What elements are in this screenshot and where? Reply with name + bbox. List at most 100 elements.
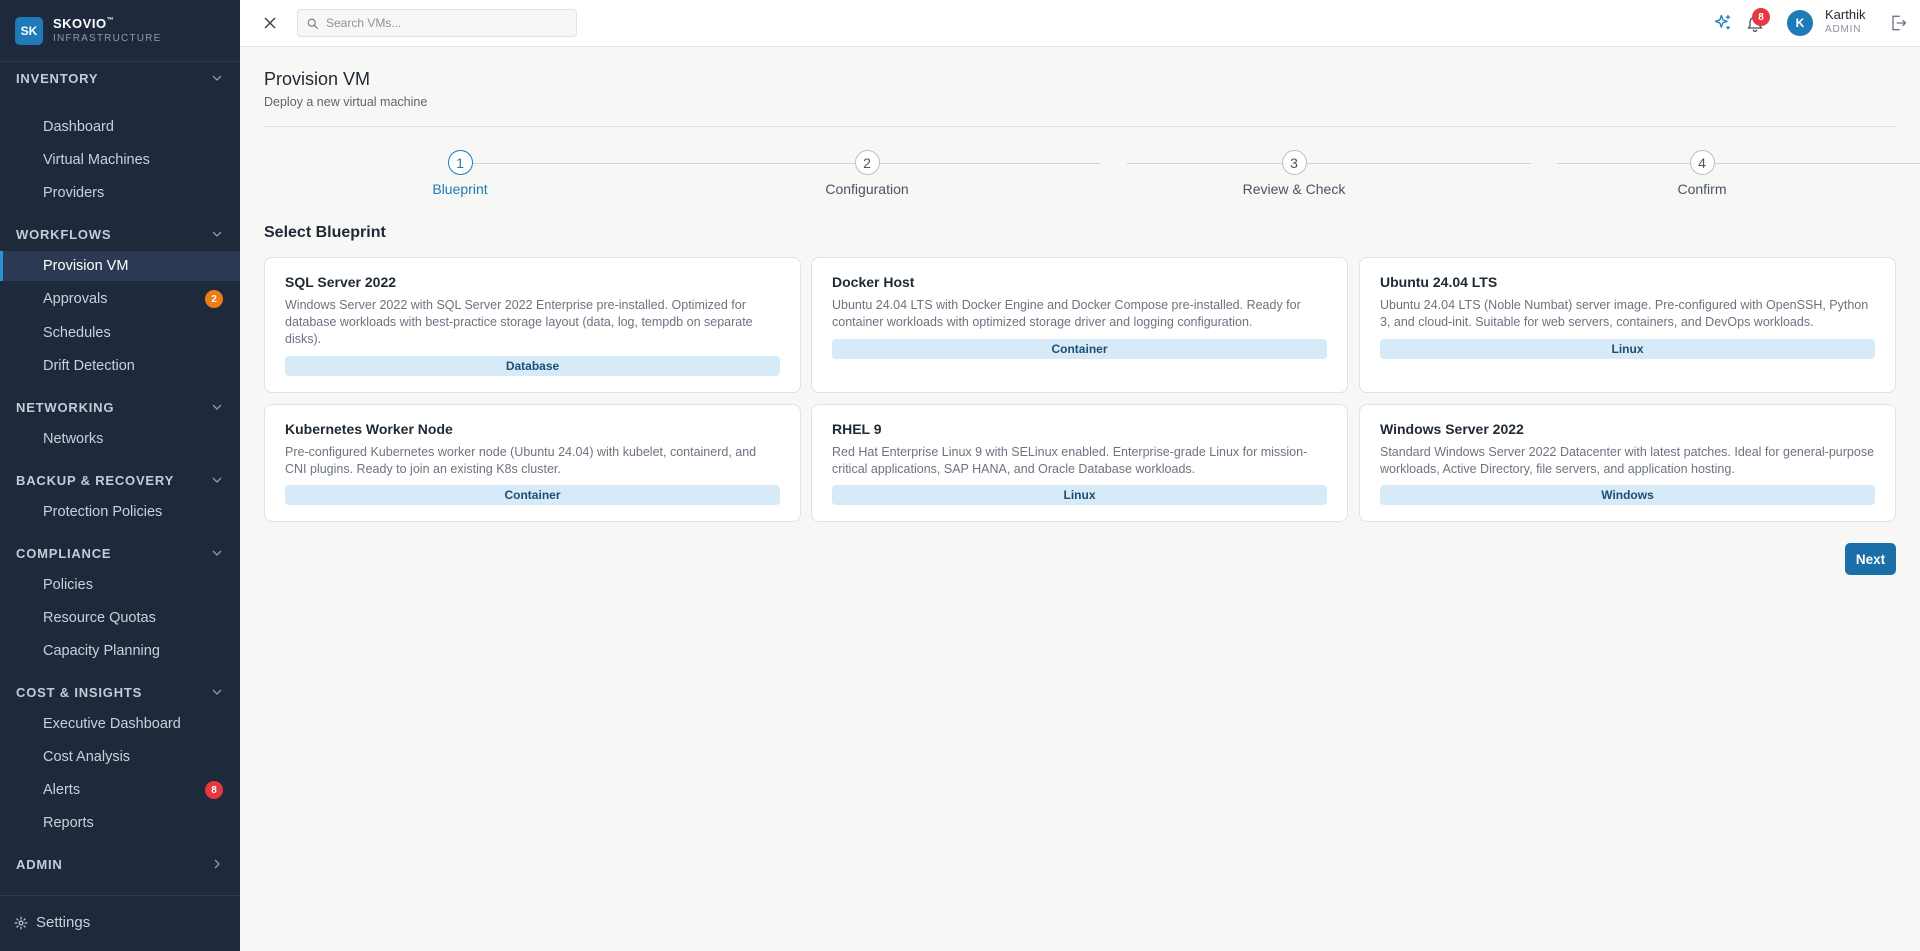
sidebar-item-label: Drift Detection	[43, 358, 135, 374]
stepper: 1 Blueprint 2 Configuration 3 Review & C…	[264, 150, 1920, 210]
sidebar-item-cost-analysis[interactable]: Cost Analysis	[0, 742, 240, 772]
blueprint-card[interactable]: Ubuntu 24.04 LTS Ubuntu 24.04 LTS (Noble…	[1359, 257, 1896, 393]
search-input[interactable]	[326, 16, 566, 30]
brand-trademark: ™	[106, 16, 115, 24]
section-title: NETWORKING	[16, 399, 115, 415]
search-box[interactable]	[297, 9, 577, 37]
brand-logo: SK	[15, 16, 43, 45]
step-label: Confirm	[1677, 181, 1727, 197]
sidebar-item-label: Executive Dashboard	[43, 716, 181, 732]
sidebar-item-dashboard[interactable]: Dashboard	[0, 112, 240, 142]
blueprint-description: Windows Server 2022 with SQL Server 2022…	[285, 298, 753, 346]
sidebar-item-reports[interactable]: Reports	[0, 808, 240, 838]
brand[interactable]: SK SKOVIO™ INFRASTRUCTURE	[0, 0, 240, 62]
sidebar-item-resource-quotas[interactable]: Resource Quotas	[0, 603, 240, 633]
logout-icon[interactable]	[1888, 13, 1908, 33]
section-title: Select Blueprint	[264, 224, 386, 241]
avatar[interactable]: K	[1787, 10, 1813, 36]
gear-icon	[14, 916, 28, 929]
sidebar-item-networks[interactable]: Networks	[0, 424, 240, 454]
sidebar-item-label: Provision VM	[43, 258, 129, 274]
blueprint-description: Standard Windows Server 2022 Datacenter …	[1380, 445, 1875, 476]
blueprint-name: RHEL 9	[832, 421, 882, 437]
sidebar-item-label: Resource Quotas	[43, 610, 156, 626]
user-info[interactable]: Karthik ADMIN	[1825, 7, 1866, 36]
blueprint-description: Ubuntu 24.04 LTS with Docker Engine and …	[832, 298, 1301, 329]
approvals-count-badge: 2	[205, 290, 223, 308]
section-inventory[interactable]: INVENTORY	[0, 64, 240, 92]
step-confirm[interactable]: 4 Confirm	[1622, 150, 1782, 197]
sidebar-item-alerts[interactable]: Alerts 8	[0, 775, 240, 805]
section-networking[interactable]: NETWORKING	[0, 393, 240, 421]
blueprint-tag: Linux	[832, 485, 1327, 505]
step-label: Configuration	[825, 181, 909, 197]
section-cost-insights[interactable]: COST & INSIGHTS	[0, 678, 240, 706]
step-review-check[interactable]: 3 Review & Check	[1214, 150, 1374, 197]
sidebar-item-label: Approvals	[43, 291, 108, 307]
close-button[interactable]	[260, 13, 280, 33]
notification-badge: 8	[1752, 8, 1770, 26]
header-divider	[264, 126, 1896, 127]
section-compliance[interactable]: COMPLIANCE	[0, 539, 240, 567]
user-name: Karthik	[1825, 7, 1866, 22]
sidebar-item-label: Schedules	[43, 325, 111, 341]
sidebar-item-label: Capacity Planning	[43, 643, 160, 659]
step-blueprint[interactable]: 1 Blueprint	[380, 150, 540, 197]
step-label: Review & Check	[1242, 181, 1346, 197]
blueprint-description: Red Hat Enterprise Linux 9 with SELinux …	[832, 445, 1308, 476]
step-number: 2	[854, 150, 880, 175]
sidebar-item-protection-policies[interactable]: Protection Policies	[0, 497, 240, 527]
blueprint-description: Ubuntu 24.04 LTS (Noble Numbat) server i…	[1380, 298, 1869, 329]
blueprint-card[interactable]: Docker Host Ubuntu 24.04 LTS with Docker…	[811, 257, 1348, 393]
sidebar-item-executive-dashboard[interactable]: Executive Dashboard	[0, 709, 240, 739]
step-connector	[460, 163, 1100, 164]
section-backup-recovery[interactable]: BACKUP & RECOVERY	[0, 466, 240, 494]
top-bar: 8 K Karthik ADMIN	[240, 0, 1920, 47]
section-title: COST & INSIGHTS	[16, 684, 143, 700]
step-number: 1	[447, 150, 473, 175]
blueprint-name: SQL Server 2022	[285, 274, 397, 290]
blueprint-name: Docker Host	[832, 274, 915, 290]
blueprint-card[interactable]: SQL Server 2022 Windows Server 2022 with…	[264, 257, 801, 393]
sidebar-item-label: Protection Policies	[43, 504, 163, 520]
blueprint-card[interactable]: Windows Server 2022 Standard Windows Ser…	[1359, 404, 1896, 522]
sidebar-item-drift-detection[interactable]: Drift Detection	[0, 351, 240, 381]
blueprint-tag: Container	[832, 339, 1327, 359]
sidebar-item-virtual-machines[interactable]: Virtual Machines	[0, 145, 240, 175]
blueprint-description: Pre-configured Kubernetes worker node (U…	[285, 445, 757, 476]
section-workflows[interactable]: WORKFLOWS	[0, 220, 240, 248]
sidebar-item-label: Dashboard	[43, 119, 114, 135]
blueprint-card[interactable]: RHEL 9 Red Hat Enterprise Linux 9 with S…	[811, 404, 1348, 522]
page-title: Provision VM	[264, 69, 371, 89]
user-role: ADMIN	[1825, 24, 1862, 36]
sidebar-item-providers[interactable]: Providers	[0, 178, 240, 208]
settings-label: Settings	[36, 914, 91, 931]
chevron-down-icon	[210, 400, 224, 414]
section-admin[interactable]: ADMIN	[0, 850, 240, 878]
blueprint-name: Kubernetes Worker Node	[285, 421, 453, 437]
sidebar-item-label: Networks	[43, 431, 104, 447]
blueprint-tag: Database	[285, 356, 780, 376]
sidebar-item-capacity-planning[interactable]: Capacity Planning	[0, 636, 240, 666]
sidebar-divider	[0, 895, 240, 896]
sparkle-icon[interactable]	[1713, 13, 1733, 33]
next-button[interactable]: Next	[1845, 543, 1896, 575]
brand-name: SKOVIO™	[53, 16, 161, 31]
sidebar-item-label: Policies	[43, 577, 93, 593]
blueprint-tag: Container	[285, 485, 780, 505]
sidebar-item-policies[interactable]: Policies	[0, 570, 240, 600]
blueprint-card[interactable]: Kubernetes Worker Node Pre-configured Ku…	[264, 404, 801, 522]
blueprint-tag: Windows	[1380, 485, 1875, 505]
sidebar-item-provision-vm[interactable]: Provision VM	[0, 251, 240, 281]
chevron-down-icon	[210, 685, 224, 699]
sidebar-item-settings[interactable]: Settings	[14, 914, 90, 931]
sidebar-item-approvals[interactable]: Approvals 2	[0, 284, 240, 314]
step-configuration[interactable]: 2 Configuration	[787, 150, 947, 197]
step-number: 3	[1281, 150, 1307, 175]
sidebar-item-label: Alerts	[43, 782, 81, 798]
brand-text: SKOVIO™ INFRASTRUCTURE	[53, 16, 161, 44]
chevron-down-icon	[210, 71, 224, 85]
blueprint-name: Windows Server 2022	[1380, 421, 1524, 437]
sidebar-item-label: Providers	[43, 185, 105, 201]
sidebar-item-schedules[interactable]: Schedules	[0, 318, 240, 348]
